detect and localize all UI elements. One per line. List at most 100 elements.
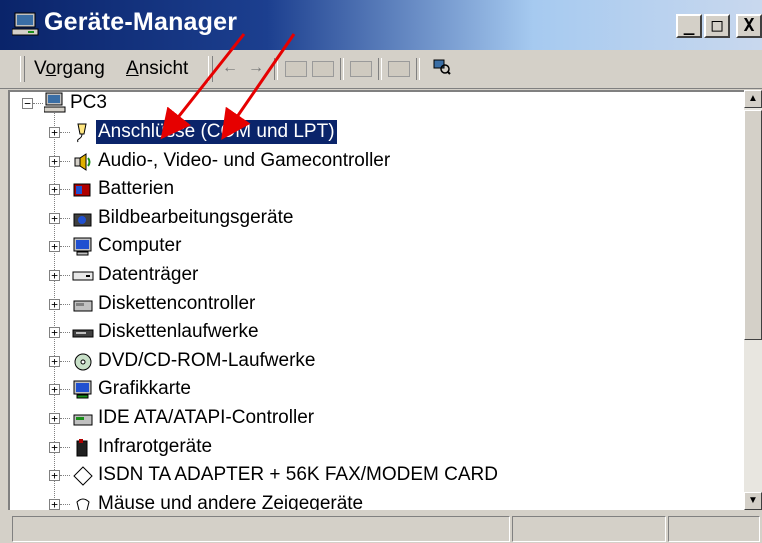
tree-connector — [60, 304, 70, 305]
tree-item[interactable]: + Mäuse und andere Zeigegeräte — [10, 492, 750, 510]
tree-item[interactable]: + Computer — [10, 234, 750, 262]
expand-toggle[interactable]: + — [49, 442, 60, 453]
toolbar-grip[interactable] — [208, 56, 213, 82]
menu-action-label: Vorgang — [34, 58, 105, 79]
tree-item[interactable]: + Diskettenlaufwerke — [10, 320, 750, 348]
tree-connector — [60, 246, 70, 247]
toolbar-separator — [340, 58, 344, 80]
window-title: Geräte-Manager — [44, 8, 238, 36]
minimize-button[interactable]: _ — [676, 14, 702, 38]
tree-item[interactable]: + Audio-, Video- und Gamecontroller — [10, 149, 750, 177]
computer-icon — [12, 12, 39, 36]
expand-toggle[interactable]: + — [49, 184, 60, 195]
tree-item[interactable]: + ISDN TA ADAPTER + 56K FAX/MODEM CARD — [10, 463, 750, 491]
tree-item[interactable]: + Bildbearbeitungsgeräte — [10, 206, 750, 234]
expand-toggle[interactable]: + — [49, 270, 60, 281]
menu-toolbar-bar: Vorgang Ansicht ← → — [0, 50, 762, 89]
tree-connector — [60, 189, 70, 190]
tree-item-label[interactable]: DVD/CD-ROM-Laufwerke — [96, 349, 317, 373]
tree-item-label[interactable]: Computer — [96, 234, 183, 258]
display-adapter-icon — [73, 380, 92, 399]
tree-item-label[interactable]: Diskettenlaufwerke — [96, 320, 261, 344]
scroll-thumb[interactable] — [744, 110, 762, 340]
tree-item[interactable]: + Grafikkarte — [10, 377, 750, 405]
close-button[interactable]: X — [736, 14, 762, 38]
speaker-icon — [74, 153, 91, 171]
expand-toggle[interactable]: + — [49, 413, 60, 424]
expand-toggle[interactable]: + — [49, 299, 60, 310]
scroll-up-button[interactable]: ▲ — [744, 90, 762, 108]
tree-item-label[interactable]: Bildbearbeitungsgeräte — [96, 206, 295, 230]
expand-toggle[interactable]: + — [49, 241, 60, 252]
isdn-adapter-icon — [73, 466, 93, 486]
details-view-icon[interactable] — [312, 61, 334, 77]
expand-toggle[interactable]: + — [49, 384, 60, 395]
infrared-icon — [76, 439, 88, 457]
menubar-grip[interactable] — [20, 56, 25, 82]
tree-item[interactable]: + Datenträger — [10, 263, 750, 291]
tree-item-label[interactable]: IDE ATA/ATAPI-Controller — [96, 406, 316, 430]
tree-connector — [60, 275, 70, 276]
toolbar-separator — [378, 58, 382, 80]
tree-root-label[interactable]: PC3 — [68, 92, 109, 115]
battery-icon — [73, 183, 91, 197]
tree-connector — [60, 504, 70, 505]
tree-item-label[interactable]: Batterien — [96, 177, 176, 201]
computer-icon — [44, 92, 66, 113]
expand-toggle[interactable]: + — [49, 470, 60, 481]
scroll-down-button[interactable]: ▼ — [744, 492, 762, 510]
camera-icon — [73, 213, 92, 227]
disk-drive-icon — [72, 271, 94, 281]
tree-item-label[interactable]: Grafikkarte — [96, 377, 193, 401]
expand-toggle[interactable]: + — [49, 327, 60, 338]
port-icon — [77, 123, 87, 143]
tree-item-label[interactable]: ISDN TA ADAPTER + 56K FAX/MODEM CARD — [96, 463, 500, 487]
tree-item-label[interactable]: Audio-, Video- und Gamecontroller — [96, 149, 392, 173]
menu-view[interactable]: Ansicht — [126, 58, 188, 80]
tree-connector — [60, 132, 70, 133]
tree-connector — [60, 161, 70, 162]
floppy-controller-icon — [73, 300, 93, 312]
cdrom-icon — [74, 353, 92, 371]
help-icon[interactable] — [388, 61, 410, 77]
floppy-drive-icon — [72, 329, 94, 338]
menu-view-label: Ansicht — [126, 58, 189, 79]
maximize-button[interactable]: □ — [704, 14, 730, 38]
tree-item-label[interactable]: Anschlüsse (COM und LPT) — [96, 120, 337, 144]
tree-item[interactable]: + Batterien — [10, 177, 750, 205]
device-tree[interactable]: − PC3 + Anschlüsse (COM und LPT) + Audio-, … — [8, 90, 762, 510]
toolbar-separator — [274, 58, 278, 80]
tree-item[interactable]: + DVD/CD-ROM-Laufwerke — [10, 349, 750, 377]
scan-hardware-icon[interactable] — [432, 59, 452, 77]
tree-connector — [60, 332, 70, 333]
tree-item[interactable]: + Anschlüsse (COM und LPT) — [10, 120, 750, 148]
tree-item-label[interactable]: Diskettencontroller — [96, 292, 257, 316]
back-arrow-icon[interactable]: ← — [220, 59, 240, 77]
tree-item[interactable]: + Infrarotgeräte — [10, 435, 750, 463]
properties-icon[interactable] — [350, 61, 372, 77]
expand-toggle[interactable]: + — [49, 499, 60, 510]
expand-toggle[interactable]: + — [49, 156, 60, 167]
tree-item-label[interactable]: Datenträger — [96, 263, 200, 287]
expand-toggle[interactable]: + — [49, 127, 60, 138]
tree-item[interactable]: + Diskettencontroller — [10, 292, 750, 320]
menu-action[interactable]: Vorgang — [34, 58, 105, 80]
tree-connector — [60, 447, 70, 448]
tree-view-icon[interactable] — [285, 61, 307, 77]
tree-connector — [60, 361, 70, 362]
tree-item-label[interactable]: Infrarotgeräte — [96, 435, 214, 459]
expand-toggle[interactable]: + — [49, 356, 60, 367]
tree-connector — [60, 218, 70, 219]
toolbar-separator — [416, 58, 420, 80]
status-bar — [0, 512, 762, 543]
expand-toggle[interactable]: + — [49, 213, 60, 224]
tree-connector — [60, 475, 70, 476]
collapse-toggle[interactable]: − — [22, 98, 33, 109]
title-bar[interactable]: Geräte-Manager _ □ X — [0, 0, 762, 50]
status-pane-3 — [668, 516, 760, 542]
tree-item[interactable]: + IDE ATA/ATAPI-Controller — [10, 406, 750, 434]
status-pane-2 — [512, 516, 666, 542]
vertical-scrollbar[interactable]: ▲ ▼ — [744, 90, 762, 510]
tree-item-label[interactable]: Mäuse und andere Zeigegeräte — [96, 492, 365, 510]
forward-arrow-icon[interactable]: → — [246, 59, 266, 77]
